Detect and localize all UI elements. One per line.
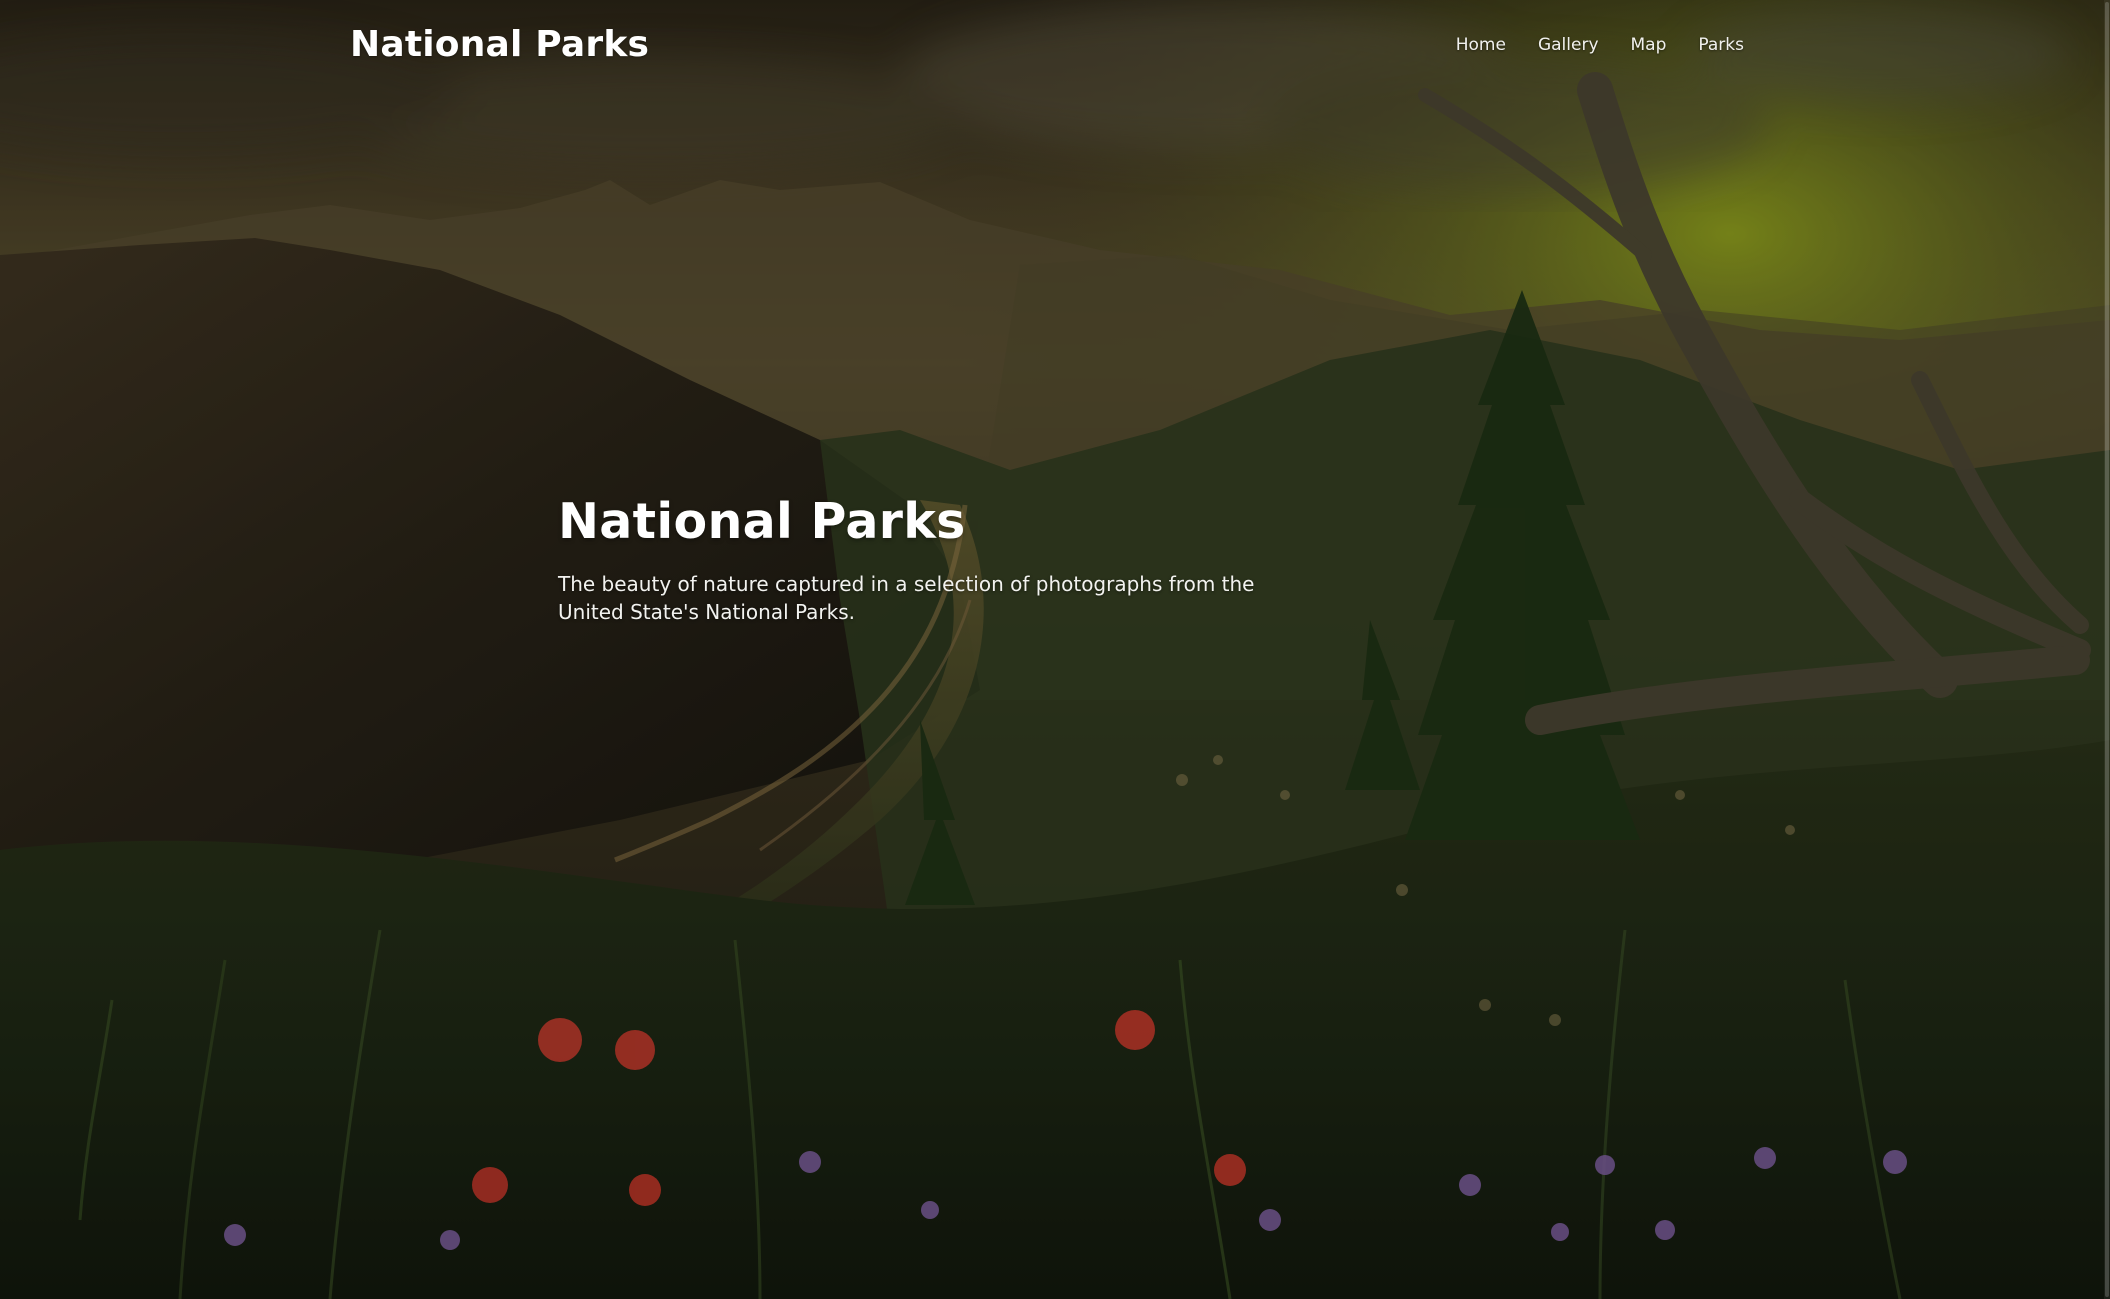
main-navigation: Home Gallery Map Parks — [1456, 33, 1744, 55]
hero-subtitle: The beauty of nature captured in a selec… — [558, 572, 1255, 624]
vertical-scrollbar[interactable] — [2104, 0, 2110, 1299]
hero-title: National Parks — [558, 493, 966, 550]
page: National Parks Home Gallery Map Parks Na… — [0, 0, 2110, 1299]
hero-content: National Parks The beauty of nature capt… — [558, 492, 1318, 626]
nav-link-map[interactable]: Map — [1631, 35, 1667, 55]
site-header: National Parks Home Gallery Map Parks — [350, 0, 1744, 88]
nav-link-home[interactable]: Home — [1456, 35, 1506, 55]
hero-overlay — [0, 0, 2110, 1299]
site-logo[interactable]: National Parks — [350, 24, 649, 65]
scrollbar-thumb[interactable] — [2105, 2, 2109, 1297]
nav-link-gallery[interactable]: Gallery — [1538, 35, 1599, 55]
nav-link-parks[interactable]: Parks — [1698, 35, 1744, 55]
